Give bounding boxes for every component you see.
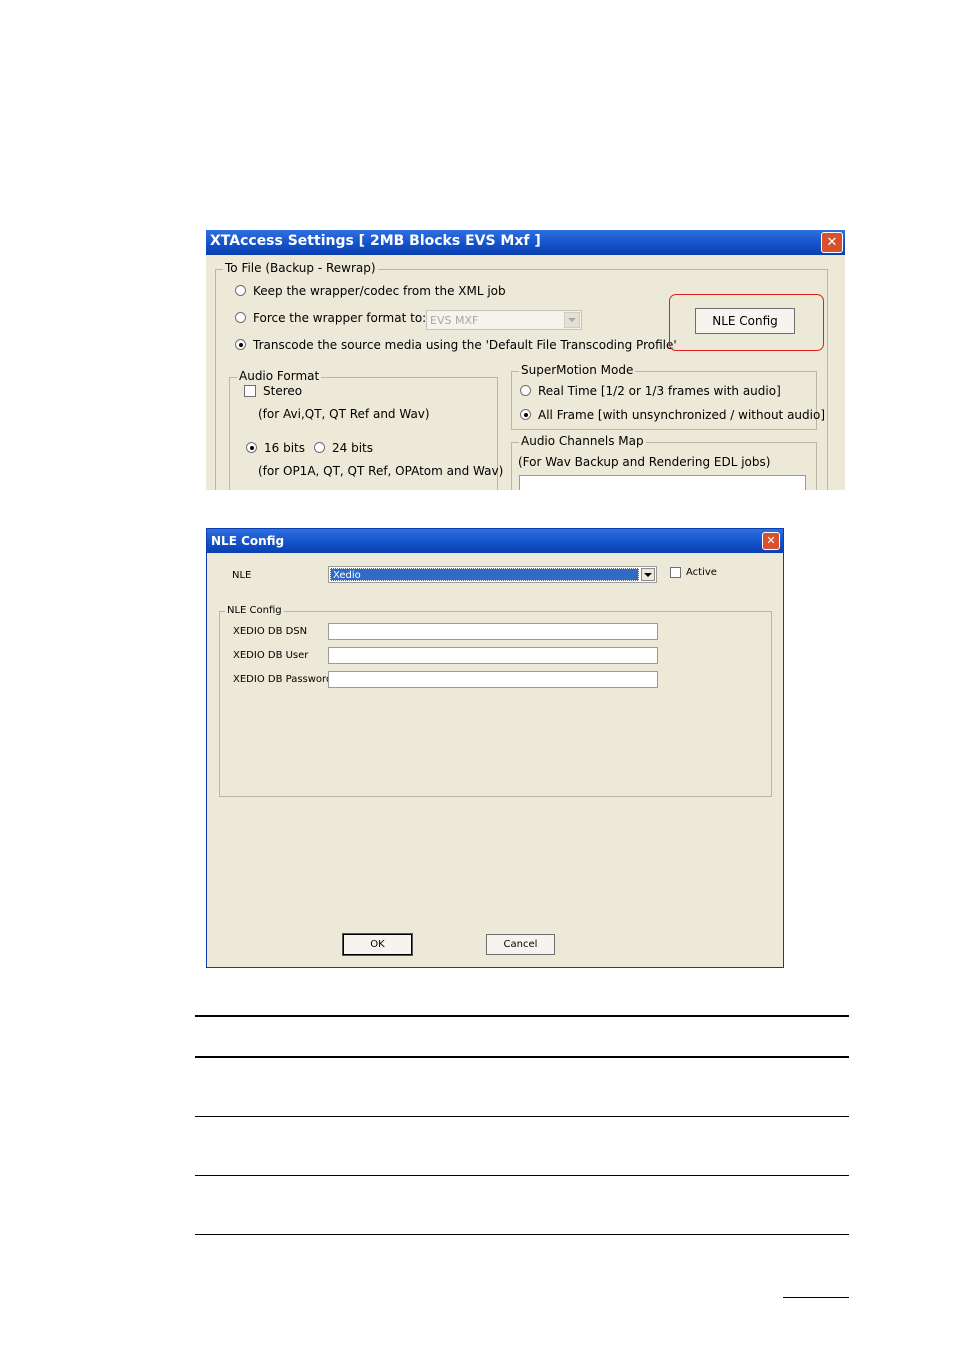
nle-dropdown-button[interactable] (641, 568, 655, 581)
chevron-down-icon (568, 318, 576, 322)
real-time-label: Real Time [1/2 or 1/3 frames with audio] (538, 384, 781, 398)
table-row-rule (195, 1175, 849, 1176)
table-top-rule (195, 1015, 849, 1017)
active-label: Active (686, 567, 717, 578)
close-button[interactable]: ✕ (821, 232, 843, 253)
dsn-label: XEDIO DB DSN (233, 626, 308, 637)
wrapper-format-value: EVS MXF (430, 314, 479, 327)
keep-wrapper-radio[interactable] (235, 285, 246, 296)
xtaccess-settings-window: XTAccess Settings [ 2MB Blocks EVS Mxf ]… (206, 230, 845, 490)
wrapper-format-select[interactable]: EVS MXF (426, 310, 582, 330)
transcode-label: Transcode the source media using the 'De… (253, 338, 677, 352)
stereo-checkbox[interactable] (244, 385, 256, 397)
bits-note: (for OP1A, QT, QT Ref, OPAtom and Wav) (258, 464, 504, 478)
wrapper-format-dropdown-button[interactable] (564, 312, 580, 328)
16-bits-label: 16 bits (264, 441, 305, 455)
dsn-input[interactable] (328, 623, 658, 640)
force-wrapper-label: Force the wrapper format to: (253, 311, 427, 325)
stereo-label: Stereo (263, 384, 303, 398)
24-bits-radio[interactable] (314, 442, 325, 453)
close-icon: ✕ (766, 534, 776, 547)
cancel-button[interactable]: Cancel (486, 934, 555, 955)
16-bits-radio[interactable] (246, 442, 257, 453)
24-bits-label: 24 bits (332, 441, 373, 455)
keep-wrapper-label: Keep the wrapper/codec from the XML job (253, 284, 506, 298)
nle-config-group-label: NLE Config (225, 605, 284, 616)
to-file-label: To File (Backup - Rewrap) (223, 261, 378, 275)
stereo-note: (for Avi,QT, QT Ref and Wav) (258, 407, 430, 421)
footer-rule (783, 1297, 849, 1298)
close-icon: ✕ (826, 235, 838, 250)
nle-label: NLE (232, 570, 252, 581)
active-checkbox[interactable] (670, 567, 681, 578)
table-bottom-rule (195, 1234, 849, 1235)
audio-channels-map-note: (For Wav Backup and Rendering EDL jobs) (518, 455, 771, 469)
user-input[interactable] (328, 647, 658, 664)
xtaccess-title: XTAccess Settings [ 2MB Blocks EVS Mxf ] (210, 233, 541, 249)
real-time-radio[interactable] (520, 385, 531, 396)
nle-select[interactable]: Xedio (328, 566, 657, 583)
force-wrapper-radio[interactable] (235, 312, 246, 323)
supermotion-label: SuperMotion Mode (519, 363, 636, 377)
nle-config-titlebar[interactable]: NLE Config ✕ (207, 529, 783, 553)
audio-channels-map-label: Audio Channels Map (519, 434, 646, 448)
password-label: XEDIO DB Password (233, 674, 333, 685)
ok-button[interactable]: OK (342, 933, 413, 956)
table-header-rule (195, 1056, 849, 1058)
nle-config-window: NLE Config ✕ NLE Xedio Active NLE Config… (206, 528, 784, 968)
audio-channels-map-list[interactable] (519, 475, 806, 490)
nle-config-title: NLE Config (211, 534, 285, 548)
xtaccess-titlebar[interactable]: XTAccess Settings [ 2MB Blocks EVS Mxf ]… (206, 230, 845, 255)
nle-close-button[interactable]: ✕ (762, 532, 780, 550)
user-label: XEDIO DB User (233, 650, 309, 661)
password-input[interactable] (328, 671, 658, 688)
table-row-rule (195, 1116, 849, 1117)
all-frame-label: All Frame [with unsynchronized / without… (538, 408, 826, 422)
nle-select-value: Xedio (330, 568, 639, 581)
nle-config-button[interactable]: NLE Config (695, 308, 795, 334)
audio-format-label: Audio Format (237, 369, 322, 383)
chevron-down-icon (644, 573, 652, 577)
transcode-radio[interactable] (235, 339, 246, 350)
all-frame-radio[interactable] (520, 409, 531, 420)
